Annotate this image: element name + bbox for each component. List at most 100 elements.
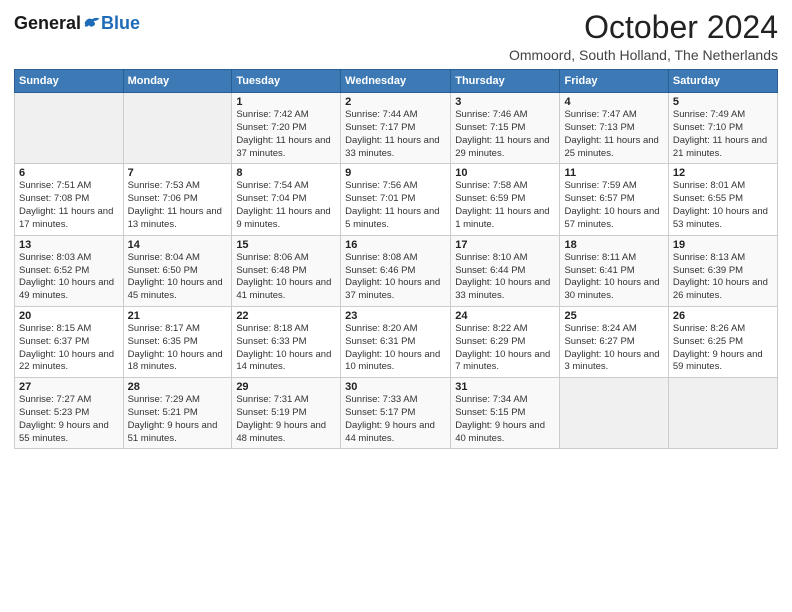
day-number: 9 — [345, 167, 446, 179]
day-info: Sunrise: 7:44 AMSunset: 7:17 PMDaylight:… — [345, 109, 446, 160]
calendar-cell: 20Sunrise: 8:15 AMSunset: 6:37 PMDayligh… — [15, 306, 124, 377]
day-info: Sunrise: 7:53 AMSunset: 7:06 PMDaylight:… — [128, 180, 228, 231]
day-number: 7 — [128, 167, 228, 179]
calendar-cell: 17Sunrise: 8:10 AMSunset: 6:44 PMDayligh… — [451, 235, 560, 306]
calendar-cell: 10Sunrise: 7:58 AMSunset: 6:59 PMDayligh… — [451, 164, 560, 235]
weekday-header-saturday: Saturday — [668, 70, 777, 93]
calendar-cell: 9Sunrise: 7:56 AMSunset: 7:01 PMDaylight… — [341, 164, 451, 235]
calendar-cell: 18Sunrise: 8:11 AMSunset: 6:41 PMDayligh… — [560, 235, 668, 306]
day-info: Sunrise: 8:01 AMSunset: 6:55 PMDaylight:… — [673, 180, 773, 231]
subtitle: Ommoord, South Holland, The Netherlands — [509, 47, 778, 63]
day-number: 25 — [564, 310, 663, 322]
day-number: 20 — [19, 310, 119, 322]
day-info: Sunrise: 7:46 AMSunset: 7:15 PMDaylight:… — [455, 109, 555, 160]
calendar-cell — [123, 93, 232, 164]
calendar-cell: 22Sunrise: 8:18 AMSunset: 6:33 PMDayligh… — [232, 306, 341, 377]
day-number: 28 — [128, 381, 228, 393]
calendar-cell: 21Sunrise: 8:17 AMSunset: 6:35 PMDayligh… — [123, 306, 232, 377]
day-info: Sunrise: 7:29 AMSunset: 5:21 PMDaylight:… — [128, 394, 228, 445]
day-number: 26 — [673, 310, 773, 322]
day-number: 27 — [19, 381, 119, 393]
calendar-cell: 3Sunrise: 7:46 AMSunset: 7:15 PMDaylight… — [451, 93, 560, 164]
calendar-cell: 11Sunrise: 7:59 AMSunset: 6:57 PMDayligh… — [560, 164, 668, 235]
calendar-cell: 26Sunrise: 8:26 AMSunset: 6:25 PMDayligh… — [668, 306, 777, 377]
day-info: Sunrise: 7:47 AMSunset: 7:13 PMDaylight:… — [564, 109, 663, 160]
logo-blue: Blue — [101, 14, 140, 32]
day-info: Sunrise: 8:11 AMSunset: 6:41 PMDaylight:… — [564, 252, 663, 303]
calendar-cell — [668, 378, 777, 449]
calendar-cell: 6Sunrise: 7:51 AMSunset: 7:08 PMDaylight… — [15, 164, 124, 235]
day-info: Sunrise: 7:54 AMSunset: 7:04 PMDaylight:… — [236, 180, 336, 231]
day-info: Sunrise: 7:51 AMSunset: 7:08 PMDaylight:… — [19, 180, 119, 231]
day-info: Sunrise: 8:04 AMSunset: 6:50 PMDaylight:… — [128, 252, 228, 303]
day-number: 2 — [345, 96, 446, 108]
calendar-cell: 31Sunrise: 7:34 AMSunset: 5:15 PMDayligh… — [451, 378, 560, 449]
day-info: Sunrise: 8:15 AMSunset: 6:37 PMDaylight:… — [19, 323, 119, 374]
day-number: 19 — [673, 239, 773, 251]
calendar-cell: 16Sunrise: 8:08 AMSunset: 6:46 PMDayligh… — [341, 235, 451, 306]
weekday-header-row: SundayMondayTuesdayWednesdayThursdayFrid… — [15, 70, 778, 93]
day-info: Sunrise: 8:26 AMSunset: 6:25 PMDaylight:… — [673, 323, 773, 374]
day-info: Sunrise: 8:08 AMSunset: 6:46 PMDaylight:… — [345, 252, 446, 303]
day-info: Sunrise: 8:10 AMSunset: 6:44 PMDaylight:… — [455, 252, 555, 303]
day-info: Sunrise: 8:13 AMSunset: 6:39 PMDaylight:… — [673, 252, 773, 303]
day-info: Sunrise: 7:33 AMSunset: 5:17 PMDaylight:… — [345, 394, 446, 445]
page: General Blue October 2024 Ommoord, South… — [0, 0, 792, 612]
calendar-cell: 24Sunrise: 8:22 AMSunset: 6:29 PMDayligh… — [451, 306, 560, 377]
day-info: Sunrise: 7:56 AMSunset: 7:01 PMDaylight:… — [345, 180, 446, 231]
calendar-cell: 12Sunrise: 8:01 AMSunset: 6:55 PMDayligh… — [668, 164, 777, 235]
day-number: 18 — [564, 239, 663, 251]
calendar-cell: 30Sunrise: 7:33 AMSunset: 5:17 PMDayligh… — [341, 378, 451, 449]
day-info: Sunrise: 7:42 AMSunset: 7:20 PMDaylight:… — [236, 109, 336, 160]
main-title: October 2024 — [509, 10, 778, 45]
day-number: 8 — [236, 167, 336, 179]
calendar-cell — [560, 378, 668, 449]
day-number: 17 — [455, 239, 555, 251]
calendar-cell: 2Sunrise: 7:44 AMSunset: 7:17 PMDaylight… — [341, 93, 451, 164]
day-number: 29 — [236, 381, 336, 393]
day-info: Sunrise: 8:18 AMSunset: 6:33 PMDaylight:… — [236, 323, 336, 374]
weekday-header-thursday: Thursday — [451, 70, 560, 93]
weekday-header-monday: Monday — [123, 70, 232, 93]
day-number: 22 — [236, 310, 336, 322]
week-row-2: 6Sunrise: 7:51 AMSunset: 7:08 PMDaylight… — [15, 164, 778, 235]
week-row-3: 13Sunrise: 8:03 AMSunset: 6:52 PMDayligh… — [15, 235, 778, 306]
day-number: 11 — [564, 167, 663, 179]
week-row-1: 1Sunrise: 7:42 AMSunset: 7:20 PMDaylight… — [15, 93, 778, 164]
day-number: 6 — [19, 167, 119, 179]
logo: General Blue — [14, 14, 140, 32]
logo-bird-icon — [83, 14, 101, 32]
calendar-cell: 14Sunrise: 8:04 AMSunset: 6:50 PMDayligh… — [123, 235, 232, 306]
day-number: 31 — [455, 381, 555, 393]
calendar-cell: 27Sunrise: 7:27 AMSunset: 5:23 PMDayligh… — [15, 378, 124, 449]
calendar: SundayMondayTuesdayWednesdayThursdayFrid… — [14, 69, 778, 449]
logo-general: General — [14, 14, 81, 32]
day-info: Sunrise: 7:59 AMSunset: 6:57 PMDaylight:… — [564, 180, 663, 231]
day-info: Sunrise: 8:17 AMSunset: 6:35 PMDaylight:… — [128, 323, 228, 374]
day-number: 23 — [345, 310, 446, 322]
calendar-cell: 7Sunrise: 7:53 AMSunset: 7:06 PMDaylight… — [123, 164, 232, 235]
day-number: 15 — [236, 239, 336, 251]
weekday-header-tuesday: Tuesday — [232, 70, 341, 93]
day-number: 12 — [673, 167, 773, 179]
week-row-5: 27Sunrise: 7:27 AMSunset: 5:23 PMDayligh… — [15, 378, 778, 449]
day-info: Sunrise: 8:20 AMSunset: 6:31 PMDaylight:… — [345, 323, 446, 374]
day-number: 3 — [455, 96, 555, 108]
day-info: Sunrise: 7:27 AMSunset: 5:23 PMDaylight:… — [19, 394, 119, 445]
week-row-4: 20Sunrise: 8:15 AMSunset: 6:37 PMDayligh… — [15, 306, 778, 377]
calendar-cell: 23Sunrise: 8:20 AMSunset: 6:31 PMDayligh… — [341, 306, 451, 377]
day-number: 10 — [455, 167, 555, 179]
day-info: Sunrise: 8:03 AMSunset: 6:52 PMDaylight:… — [19, 252, 119, 303]
day-number: 16 — [345, 239, 446, 251]
weekday-header-friday: Friday — [560, 70, 668, 93]
day-info: Sunrise: 7:49 AMSunset: 7:10 PMDaylight:… — [673, 109, 773, 160]
day-info: Sunrise: 8:22 AMSunset: 6:29 PMDaylight:… — [455, 323, 555, 374]
calendar-cell: 19Sunrise: 8:13 AMSunset: 6:39 PMDayligh… — [668, 235, 777, 306]
calendar-cell — [15, 93, 124, 164]
day-number: 1 — [236, 96, 336, 108]
header: General Blue October 2024 Ommoord, South… — [14, 10, 778, 63]
calendar-cell: 4Sunrise: 7:47 AMSunset: 7:13 PMDaylight… — [560, 93, 668, 164]
day-info: Sunrise: 7:34 AMSunset: 5:15 PMDaylight:… — [455, 394, 555, 445]
day-number: 4 — [564, 96, 663, 108]
calendar-cell: 29Sunrise: 7:31 AMSunset: 5:19 PMDayligh… — [232, 378, 341, 449]
